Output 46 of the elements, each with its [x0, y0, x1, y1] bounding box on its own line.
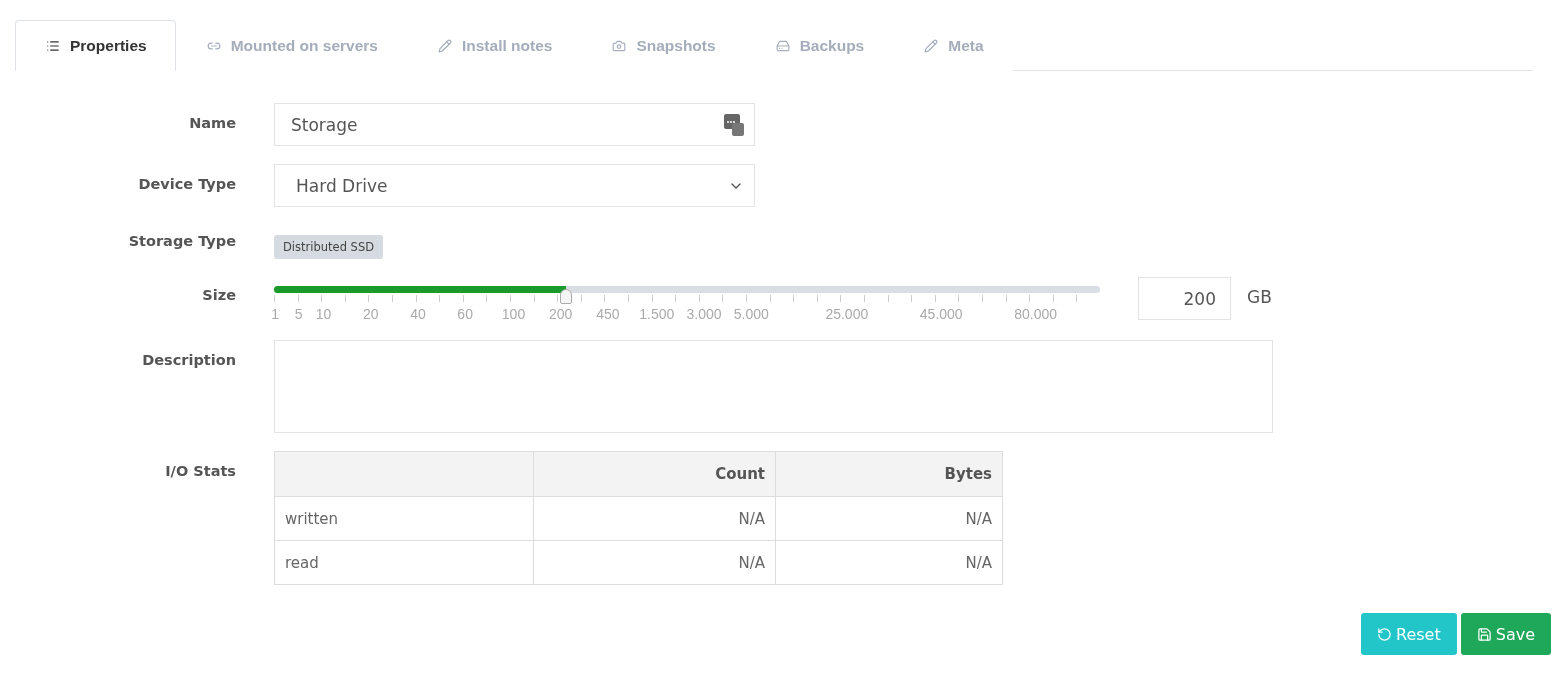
tick-label: 5.000	[733, 306, 769, 322]
field-label: Size	[201, 286, 236, 305]
table-cell: N/A	[533, 496, 776, 541]
table-header: Count	[533, 451, 776, 497]
device-type-select[interactable]: Hard Drive	[274, 164, 755, 207]
tick-label: 60	[457, 306, 473, 322]
tick-label: 1	[271, 306, 280, 322]
tick-label: 40	[410, 306, 426, 322]
tick-label: 3.000	[686, 306, 722, 322]
table-cell: written	[274, 496, 534, 541]
tick-label: 450	[596, 306, 620, 322]
tick-label: 80.000	[1014, 306, 1058, 322]
field-label: Name	[188, 114, 236, 133]
field-label: I/O Stats	[164, 462, 236, 481]
table-cell: read	[274, 540, 534, 585]
tick-label: 20	[362, 306, 379, 322]
pencil-icon	[924, 38, 939, 53]
tick-label: 25.000	[825, 306, 869, 322]
field-label: Device Type	[137, 175, 236, 194]
size-slider[interactable]	[274, 286, 1100, 304]
keypad-icon	[724, 113, 744, 136]
tick-label: 5	[294, 306, 303, 322]
pencil-icon	[437, 38, 452, 53]
tick-label: 45.000	[919, 306, 963, 322]
unit-label: GB	[1247, 286, 1272, 307]
tick-label: 100	[501, 306, 526, 322]
table-cell: N/A	[775, 496, 1003, 541]
tab[interactable]: Properties	[15, 20, 176, 71]
save-button[interactable]: Save	[1460, 613, 1551, 655]
tick-label: 10	[315, 306, 332, 322]
storage-type-badge: Distributed SSD	[274, 235, 384, 259]
rotate-icon	[1377, 626, 1392, 642]
name-input-field[interactable]: Storage	[274, 103, 755, 146]
table-header: Bytes	[775, 451, 1003, 497]
reset-button[interactable]: Reset	[1361, 613, 1457, 655]
field-label: Storage Type	[127, 232, 236, 251]
table-cell: N/A	[533, 540, 776, 585]
tick-label: 1.500	[639, 306, 675, 322]
slider-handle[interactable]	[560, 289, 573, 304]
tick-label: 200	[549, 306, 573, 322]
table-cell: N/A	[775, 540, 1003, 585]
drive-icon	[775, 38, 790, 53]
size-input-field[interactable]: 200	[1138, 277, 1231, 320]
field-label: Description	[141, 351, 236, 370]
list-icon	[46, 38, 60, 53]
camera-icon	[612, 38, 627, 53]
